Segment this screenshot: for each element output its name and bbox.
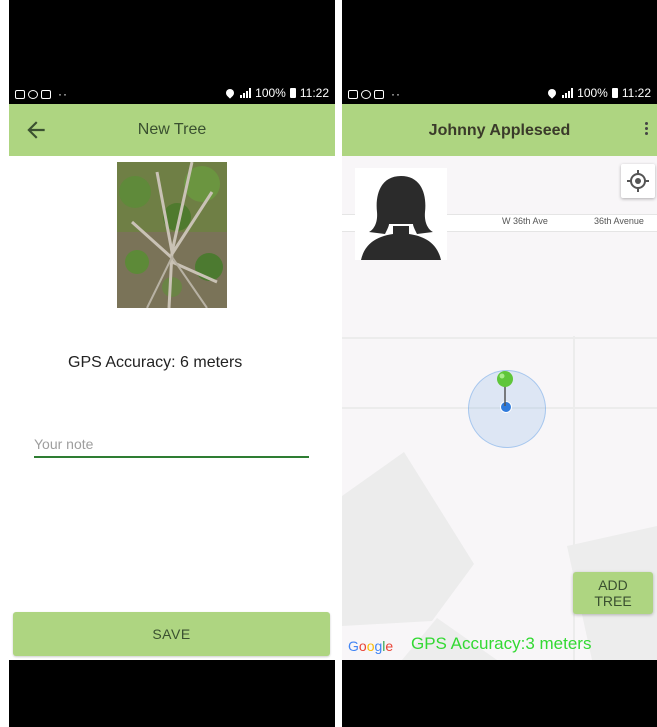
account-notification-icon	[28, 89, 38, 99]
more-vert-icon	[641, 122, 651, 135]
mail-notification-icon	[374, 89, 384, 99]
more-notifications: ··	[58, 87, 68, 101]
location-status-icon	[546, 87, 558, 99]
location-status-icon	[224, 87, 236, 99]
clock: 11:22	[299, 86, 329, 100]
google-logo-letter: G	[348, 638, 359, 654]
avatar[interactable]	[355, 168, 447, 260]
signal-icon	[562, 88, 574, 98]
save-button[interactable]: SAVE	[13, 612, 330, 656]
google-logo: Google	[348, 638, 393, 654]
tree-marker[interactable]	[496, 370, 514, 410]
map-pin-icon	[497, 371, 513, 406]
app-bar: New Tree	[9, 104, 335, 156]
my-location-button[interactable]	[621, 164, 655, 198]
page-title: New Tree	[137, 121, 207, 138]
app-bar: Johnny Appleseed	[342, 104, 657, 156]
battery-icon	[611, 88, 618, 98]
navigation-bar	[9, 660, 335, 727]
gps-accuracy-label: GPS Accuracy: 6 meters	[68, 354, 243, 371]
add-tree-button[interactable]: ADD TREE	[573, 572, 653, 614]
street-label: W 36th Ave	[502, 216, 548, 226]
my-location-icon	[627, 170, 649, 192]
user-silhouette-icon	[361, 176, 441, 260]
signal-icon	[240, 88, 252, 98]
battery-percent: 100%	[255, 86, 286, 100]
map-container[interactable]: W 36th Ave 36th Avenue ADD TREE Google G…	[342, 156, 657, 660]
status-bar: ·· 100% 11:22	[9, 84, 335, 104]
clock: 11:22	[621, 86, 651, 100]
street-label: 36th Avenue	[594, 216, 644, 226]
map-view[interactable]: W 36th Ave 36th Avenue ADD TREE Google G…	[342, 156, 657, 660]
note-input[interactable]	[34, 432, 309, 458]
overflow-menu-button[interactable]	[641, 120, 651, 140]
gallery-notification-icon	[348, 89, 358, 99]
new-tree-screen: ·· 100% 11:22 New Tree GPS Accuracy: 6 m…	[9, 0, 335, 727]
tree-photo	[117, 162, 227, 308]
page-title: Johnny Appleseed	[428, 122, 571, 139]
map-screen: ·· 100% 11:22 Johnny Appleseed W 36th Av…	[342, 0, 657, 727]
google-logo-letter: e	[385, 638, 394, 654]
new-tree-form: GPS Accuracy: 6 meters SAVE	[9, 156, 335, 660]
navigation-bar	[342, 660, 657, 727]
status-bar: ·· 100% 11:22	[342, 84, 657, 104]
gallery-notification-icon	[15, 89, 25, 99]
mail-notification-icon	[41, 89, 51, 99]
gps-accuracy-label: GPS Accuracy:3 meters	[411, 634, 592, 653]
google-logo-letter: o	[358, 638, 367, 654]
battery-icon	[289, 88, 296, 98]
more-notifications: ··	[391, 87, 401, 101]
account-notification-icon	[361, 89, 371, 99]
battery-percent: 100%	[577, 86, 608, 100]
